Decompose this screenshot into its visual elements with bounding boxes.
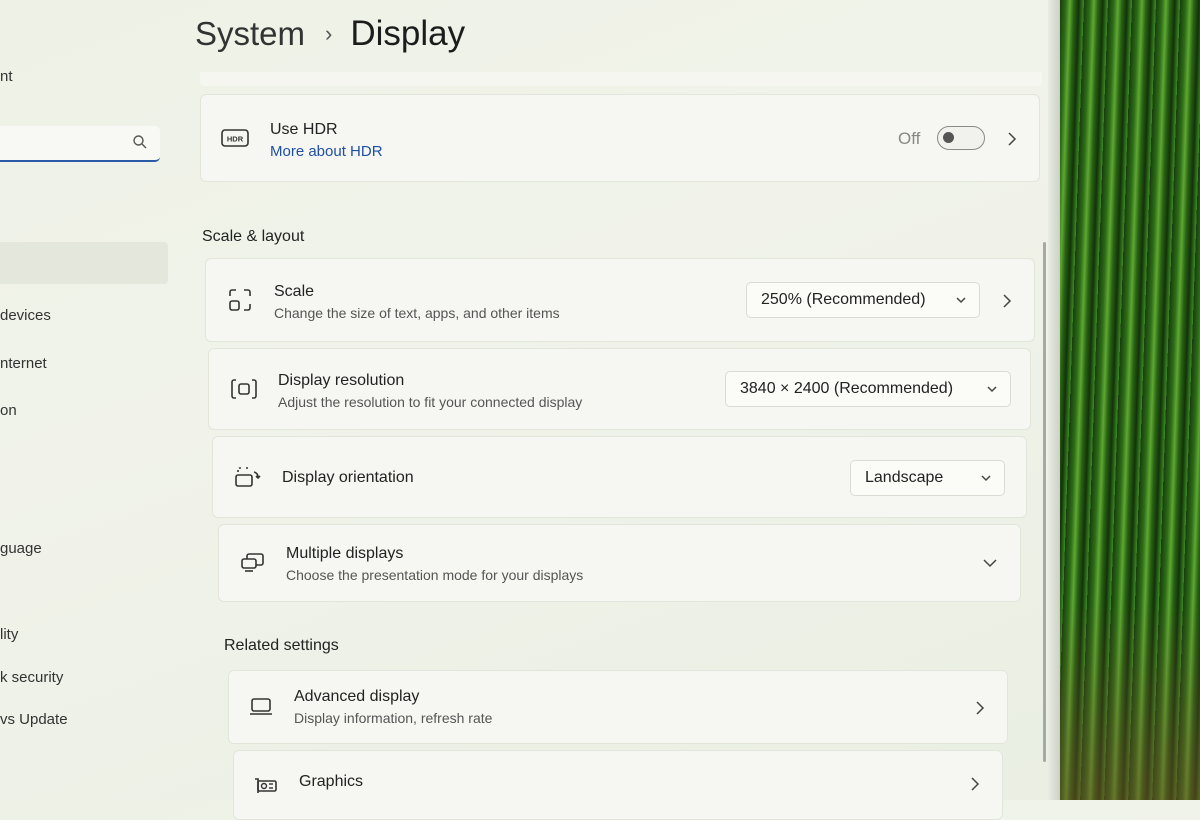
graphics-title: Graphics bbox=[299, 773, 364, 790]
chevron-down-icon bbox=[987, 386, 997, 393]
orientation-dropdown-value: Landscape bbox=[865, 469, 944, 486]
hdr-state-label: Off bbox=[898, 129, 921, 148]
resolution-icon bbox=[231, 379, 257, 399]
section-title-scale-layout: Scale & layout bbox=[202, 228, 305, 245]
chevron-right-icon[interactable] bbox=[975, 701, 985, 715]
multiple-displays-subtitle: Choose the presentation mode for your di… bbox=[286, 567, 584, 583]
scale-card[interactable]: Scale Change the size of text, apps, and… bbox=[205, 258, 1035, 342]
hdr-toggle[interactable] bbox=[937, 126, 985, 150]
scale-dropdown[interactable]: 250% (Recommended) bbox=[746, 282, 980, 318]
use-hdr-title: Use HDR bbox=[270, 121, 338, 138]
desktop-wallpaper bbox=[1060, 0, 1200, 800]
graphics-card[interactable]: Graphics bbox=[233, 750, 1003, 820]
display-resolution-title: Display resolution bbox=[278, 372, 405, 389]
sidebar-item-accessibility[interactable]: lity bbox=[0, 626, 18, 643]
chevron-down-icon bbox=[981, 475, 991, 482]
sidebar: nt devices nternet on guage lity k secur… bbox=[0, 0, 185, 800]
display-resolution-subtitle: Adjust the resolution to fit your connec… bbox=[278, 394, 583, 410]
hdr-icon-label: HDR bbox=[227, 135, 244, 144]
sidebar-item-personalization[interactable]: on bbox=[0, 402, 17, 419]
hdr-icon: HDR bbox=[221, 129, 249, 147]
display-orientation-dropdown[interactable]: Landscape bbox=[850, 460, 1005, 496]
display-orientation-title: Display orientation bbox=[282, 469, 414, 486]
sidebar-item-1[interactable]: nt bbox=[0, 68, 13, 85]
more-about-hdr-link[interactable]: More about HDR bbox=[270, 143, 383, 160]
sidebar-item-system-selected[interactable] bbox=[0, 242, 168, 284]
use-hdr-card[interactable]: HDR Use HDR More about HDR Off bbox=[200, 94, 1040, 182]
advanced-display-title: Advanced display bbox=[294, 688, 420, 705]
chevron-right-icon[interactable] bbox=[970, 777, 980, 791]
sidebar-item-network[interactable]: nternet bbox=[0, 355, 47, 372]
scale-dropdown-value: 250% (Recommended) bbox=[761, 291, 926, 308]
chevron-right-icon[interactable] bbox=[1007, 132, 1017, 146]
breadcrumb-separator: › bbox=[325, 21, 333, 46]
sidebar-item-language[interactable]: guage bbox=[0, 540, 42, 557]
sidebar-item-privacy-security[interactable]: k security bbox=[0, 669, 63, 686]
advanced-display-card[interactable]: Advanced display Display information, re… bbox=[228, 670, 1008, 744]
page-title: Display bbox=[350, 14, 466, 53]
scale-title: Scale bbox=[274, 283, 315, 300]
graphics-card-icon bbox=[255, 778, 277, 793]
sidebar-item-devices[interactable]: devices bbox=[0, 307, 51, 324]
search-icon bbox=[133, 135, 147, 149]
multiple-displays-card[interactable]: Multiple displays Choose the presentatio… bbox=[218, 524, 1021, 602]
laptop-icon bbox=[250, 698, 272, 715]
previous-card-edge bbox=[200, 72, 1042, 86]
resolution-dropdown-value: 3840 × 2400 (Recommended) bbox=[740, 380, 954, 397]
chevron-right-icon[interactable] bbox=[1002, 294, 1012, 308]
breadcrumb-system[interactable]: System bbox=[195, 15, 305, 53]
multiple-displays-icon bbox=[241, 553, 264, 572]
orientation-icon bbox=[235, 467, 261, 487]
search-input[interactable] bbox=[0, 126, 160, 162]
chevron-down-icon[interactable] bbox=[983, 558, 997, 568]
advanced-display-subtitle: Display information, refresh rate bbox=[294, 710, 493, 726]
display-orientation-card[interactable]: Display orientation Landscape bbox=[212, 436, 1027, 518]
sidebar-item-windows-update[interactable]: vs Update bbox=[0, 711, 68, 728]
multiple-displays-title: Multiple displays bbox=[286, 545, 404, 562]
scale-subtitle: Change the size of text, apps, and other… bbox=[274, 305, 560, 321]
scrollbar[interactable] bbox=[1043, 242, 1046, 762]
display-resolution-dropdown[interactable]: 3840 × 2400 (Recommended) bbox=[725, 371, 1011, 407]
display-resolution-card[interactable]: Display resolution Adjust the resolution… bbox=[208, 348, 1031, 430]
breadcrumb: System › Display bbox=[195, 14, 465, 54]
toggle-knob bbox=[943, 132, 954, 143]
chevron-down-icon bbox=[956, 297, 966, 304]
scale-icon bbox=[229, 289, 251, 311]
section-title-related-settings: Related settings bbox=[224, 637, 339, 654]
